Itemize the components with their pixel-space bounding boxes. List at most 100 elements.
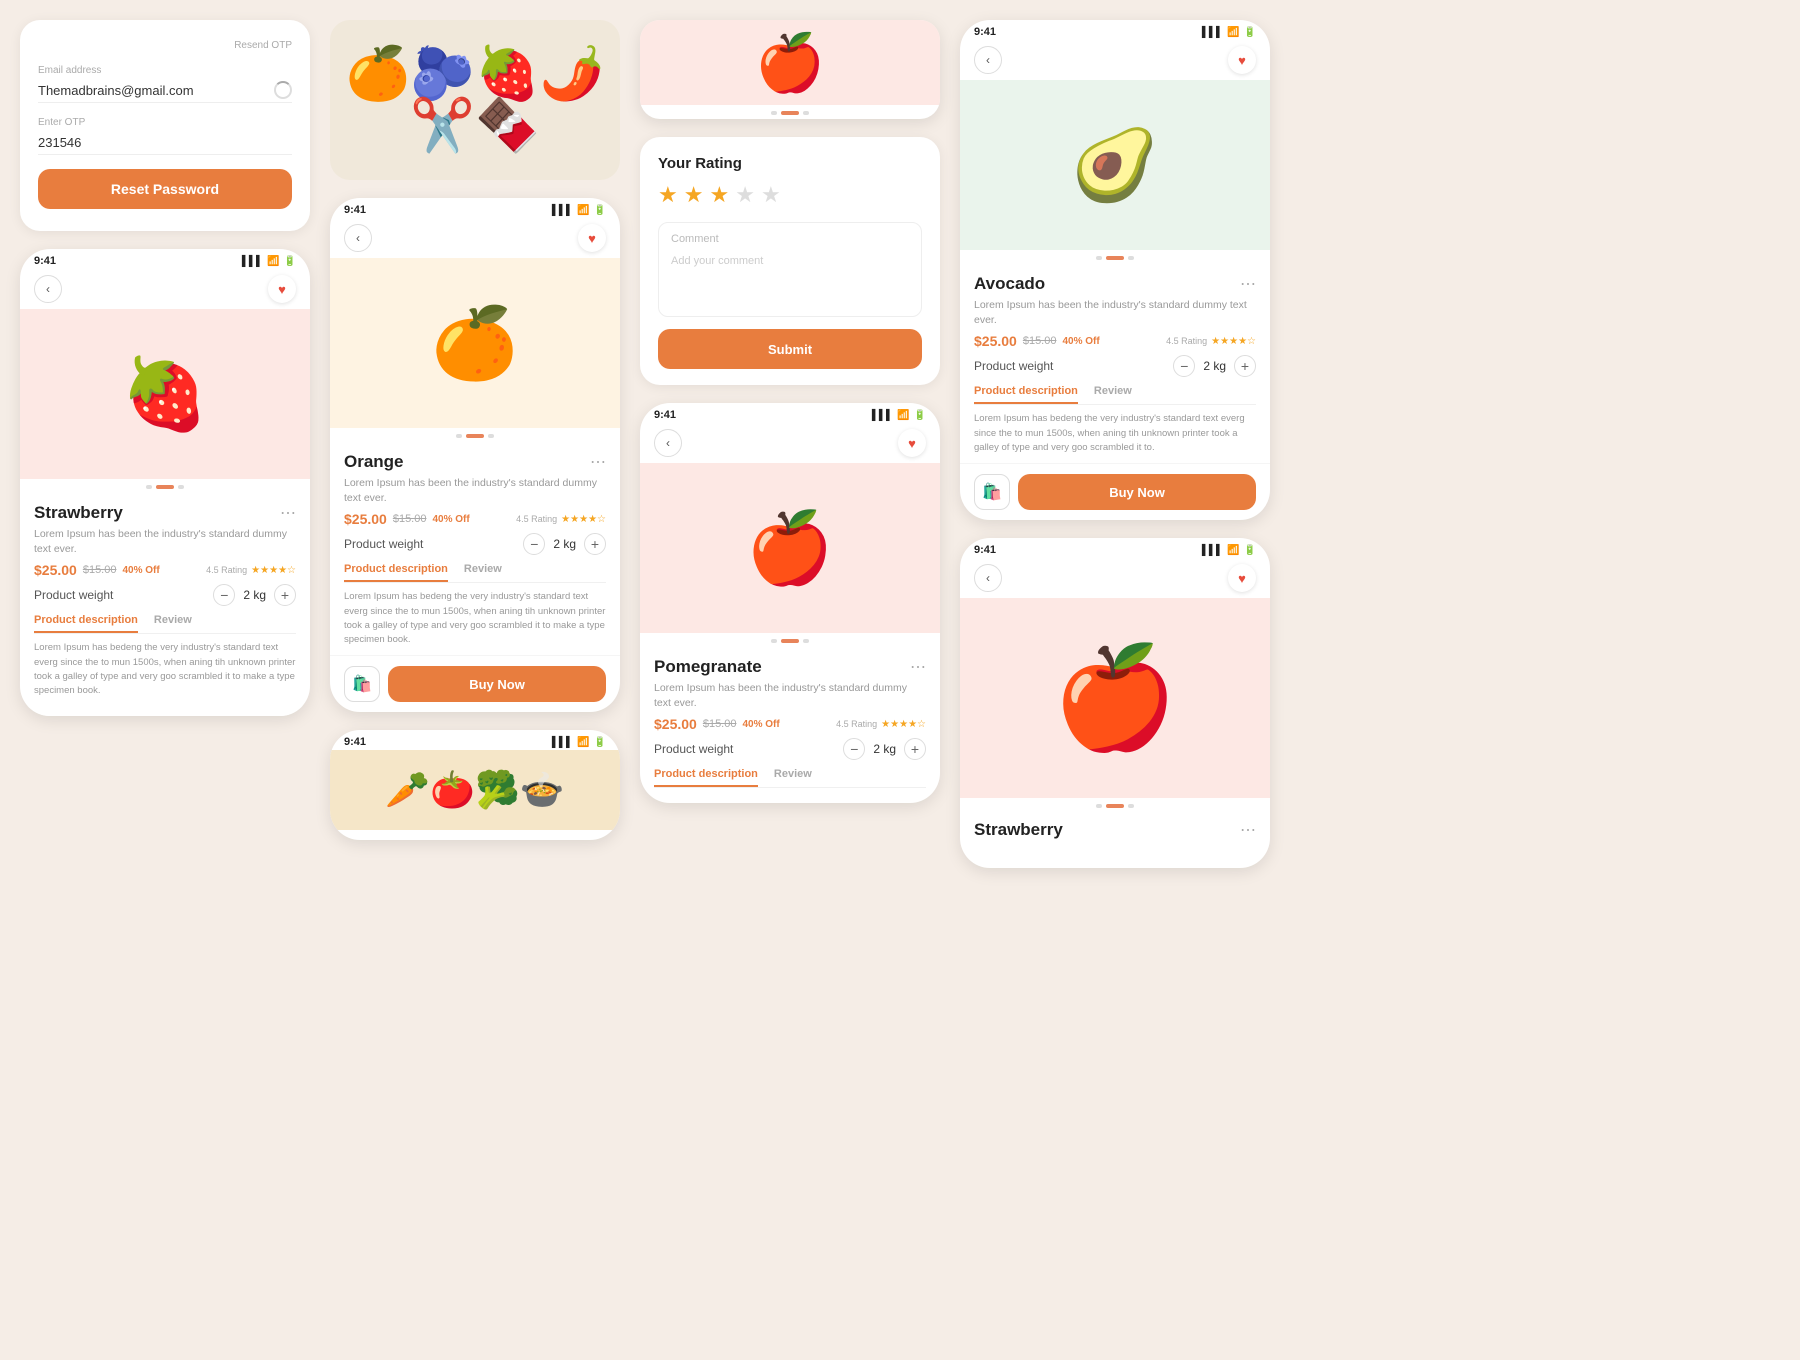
heart-icon-3: ♥ xyxy=(908,436,916,451)
share-icon-2[interactable]: ⋯ xyxy=(590,452,606,472)
signal-icon: ▌▌▌ xyxy=(242,256,263,267)
product-info-4: Avocado ⋯ Lorem Ipsum has been the indus… xyxy=(960,264,1270,463)
battery-icon-4: 🔋 xyxy=(1244,27,1256,38)
dot-3-3 xyxy=(803,639,809,643)
back-button-3[interactable]: ‹ xyxy=(654,429,682,457)
otp-input[interactable] xyxy=(38,131,292,155)
weight-decrease-3[interactable]: − xyxy=(843,738,865,760)
dot-top-1 xyxy=(771,111,777,115)
rating-group: 4.5 Rating ★★★★☆ xyxy=(206,565,296,576)
weight-increase[interactable]: + xyxy=(274,584,296,606)
weight-value: 2 kg xyxy=(243,588,266,602)
share-icon-3[interactable]: ⋯ xyxy=(910,657,926,677)
share-icon-4[interactable]: ⋯ xyxy=(1240,274,1256,294)
price-original-2: $15.00 xyxy=(393,513,427,525)
product-image-area-3: 🍎 xyxy=(640,463,940,633)
favorite-button-2[interactable]: ♥ xyxy=(578,224,606,252)
back-button[interactable]: ‹ xyxy=(34,275,62,303)
product-image-2: 🍊 xyxy=(431,308,518,378)
back-button-5[interactable]: ‹ xyxy=(974,564,1002,592)
weight-decrease-2[interactable]: − xyxy=(523,533,545,555)
weight-decrease-4[interactable]: − xyxy=(1173,355,1195,377)
favorite-button[interactable]: ♥ xyxy=(268,275,296,303)
dot-4-1 xyxy=(1096,256,1102,260)
product-long-desc: Lorem Ipsum has bedeng the very industry… xyxy=(34,641,296,698)
cart-button-2[interactable]: 🛍️ xyxy=(344,666,380,702)
product-info-3: Pomegranate ⋯ Lorem Ipsum has been the i… xyxy=(640,647,940,803)
product-desc-4: Lorem Ipsum has been the industry's stan… xyxy=(974,298,1256,327)
tab-product-description-2[interactable]: Product description xyxy=(344,563,448,582)
tab-review-2[interactable]: Review xyxy=(464,563,502,582)
product-name-5: Strawberry xyxy=(974,820,1063,840)
price-discount: 40% Off xyxy=(122,565,159,576)
carousel-dots-3 xyxy=(640,633,940,647)
price-rating-row-3: $25.00 $15.00 40% Off 4.5 Rating ★★★★☆ xyxy=(654,716,926,732)
star-1[interactable]: ★ xyxy=(658,182,678,208)
price-original-3: $15.00 xyxy=(703,718,737,730)
resend-otp-link[interactable]: Resend OTP xyxy=(38,40,292,51)
cart-button-4[interactable]: 🛍️ xyxy=(974,474,1010,510)
buy-row-partial xyxy=(20,706,310,716)
strawberry2-phone: 9:41 ▌▌▌ 📶 🔋 ‹ ♥ 🍎 Strawberry ⋯ xyxy=(960,538,1270,868)
tabs-row: Product description Review xyxy=(34,614,296,634)
product-desc-2: Lorem Ipsum has been the industry's stan… xyxy=(344,476,606,505)
status-bar-2: 9:41 ▌▌▌ 📶 🔋 xyxy=(330,198,620,218)
carousel-dots-4 xyxy=(960,250,1270,264)
price-group-4: $25.00 $15.00 40% Off xyxy=(974,333,1100,349)
status-bar-food: 9:41 ▌▌▌ 📶 🔋 xyxy=(330,730,620,750)
status-time-5: 9:41 xyxy=(974,544,996,556)
star-2[interactable]: ★ xyxy=(684,182,704,208)
tab-product-description-4[interactable]: Product description xyxy=(974,385,1078,404)
share-icon[interactable]: ⋯ xyxy=(280,503,296,523)
title-row-3: Pomegranate ⋯ xyxy=(654,657,926,677)
star-5[interactable]: ★ xyxy=(761,182,781,208)
status-time-food: 9:41 xyxy=(344,736,366,748)
price-current-3: $25.00 xyxy=(654,716,697,732)
buy-now-button-4[interactable]: Buy Now xyxy=(1018,474,1256,510)
weight-label-2: Product weight xyxy=(344,537,423,551)
product-info: Strawberry ⋯ Lorem Ipsum has been the in… xyxy=(20,493,310,706)
heart-icon-5: ♥ xyxy=(1238,571,1246,586)
column-2: 🍊🫐🍓🌶️✂️🍫 9:41 ▌▌▌ 📶 🔋 ‹ ♥ 🍊 Orange xyxy=(330,20,620,1340)
reset-password-button[interactable]: Reset Password xyxy=(38,169,292,209)
rating-stars-row: ★ ★ ★ ★ ★ xyxy=(658,182,922,208)
tab-review-4[interactable]: Review xyxy=(1094,385,1132,404)
wifi-icon-food: 📶 xyxy=(577,737,589,748)
status-icons-3: ▌▌▌ 📶 🔋 xyxy=(872,410,926,421)
price-original: $15.00 xyxy=(83,564,117,576)
otp-label: Enter OTP xyxy=(38,117,292,128)
column-3: 🍎 Your Rating ★ ★ ★ ★ ★ Comment Add your… xyxy=(640,20,940,1340)
favorite-button-4[interactable]: ♥ xyxy=(1228,46,1256,74)
email-input[interactable] xyxy=(38,79,292,103)
favorite-button-5[interactable]: ♥ xyxy=(1228,564,1256,592)
submit-button[interactable]: Submit xyxy=(658,329,922,369)
buy-now-button-2[interactable]: Buy Now xyxy=(388,666,606,702)
product-long-desc-2: Lorem Ipsum has bedeng the very industry… xyxy=(344,590,606,647)
rating-label-3: 4.5 Rating xyxy=(836,719,877,729)
share-icon-5[interactable]: ⋯ xyxy=(1240,820,1256,840)
dot-5-3 xyxy=(1128,804,1134,808)
tab-product-description-3[interactable]: Product description xyxy=(654,768,758,787)
top-nav: ‹ ♥ xyxy=(20,269,310,309)
back-button-2[interactable]: ‹ xyxy=(344,224,372,252)
buy-row-4: 🛍️ Buy Now xyxy=(960,463,1270,520)
product-image-5: 🍎 xyxy=(1053,640,1178,757)
weight-increase-2[interactable]: + xyxy=(584,533,606,555)
back-button-4[interactable]: ‹ xyxy=(974,46,1002,74)
tab-review-3[interactable]: Review xyxy=(774,768,812,787)
pomegranate-top-phone: 🍎 xyxy=(640,20,940,119)
orange-phone: 9:41 ▌▌▌ 📶 🔋 ‹ ♥ 🍊 Orange ⋯ Lorem Ipsum … xyxy=(330,198,620,712)
favorite-button-3[interactable]: ♥ xyxy=(898,429,926,457)
weight-decrease[interactable]: − xyxy=(213,584,235,606)
weight-increase-4[interactable]: + xyxy=(1234,355,1256,377)
buy-row-2: 🛍️ Buy Now xyxy=(330,655,620,712)
rating-group-3: 4.5 Rating ★★★★☆ xyxy=(836,719,926,730)
star-3[interactable]: ★ xyxy=(709,182,729,208)
tab-product-description[interactable]: Product description xyxy=(34,614,138,633)
tab-review[interactable]: Review xyxy=(154,614,192,633)
food-collage-image: 🍊🫐🍓🌶️✂️🍫 xyxy=(330,48,620,152)
weight-increase-3[interactable]: + xyxy=(904,738,926,760)
star-4[interactable]: ★ xyxy=(735,182,755,208)
comment-placeholder: Add your comment xyxy=(671,255,763,267)
battery-icon-2: 🔋 xyxy=(594,205,606,216)
